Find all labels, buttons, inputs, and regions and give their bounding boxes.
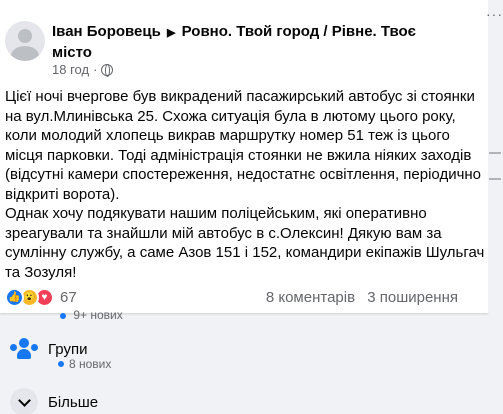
groups-label: Групи	[48, 340, 88, 358]
post-time[interactable]: 18 год	[52, 62, 89, 77]
more-options-icon[interactable]: ···	[486, 6, 503, 22]
post-stats: 8 коментарів 3 поширення	[266, 289, 458, 306]
post-text: Цієї ночі вчергове був викрадений пасажи…	[5, 87, 485, 282]
reactions-summary[interactable]: 👍 😮 ♥ 67	[5, 288, 77, 307]
sidebar-item-more[interactable]: Більше	[10, 380, 480, 414]
divider-line	[489, 152, 501, 154]
post-card: Іван Боровець ▶ Ровно. Твой город / Рівн…	[0, 0, 488, 313]
nav-top-sub: 9+ нових	[60, 308, 123, 322]
post-body: Цієї ночі вчергове був викрадений пасажи…	[5, 88, 485, 281]
comments-count[interactable]: 8 коментарів	[266, 289, 355, 306]
like-icon: 👍	[5, 288, 24, 307]
more-label: Більше	[48, 393, 99, 411]
shares-count[interactable]: 3 поширення	[367, 289, 458, 306]
post-meta: 18 год ·	[52, 62, 114, 77]
nav-top-sub-label: 9+ нових	[73, 308, 123, 322]
right-scroll-area: ···	[486, 0, 503, 313]
new-dot-icon	[58, 361, 64, 367]
chevron-down-icon	[10, 388, 38, 414]
groups-icon	[10, 335, 38, 363]
arrow-right-icon: ▶	[167, 27, 176, 39]
author-avatar[interactable]	[5, 21, 45, 61]
globe-icon	[101, 63, 114, 77]
reaction-count: 67	[60, 289, 77, 306]
sidebar-item-groups[interactable]: Групи 8 нових	[10, 327, 480, 371]
author-name[interactable]: Іван Боровець	[52, 23, 161, 40]
groups-sub: 8 нових	[58, 357, 111, 371]
divider-line	[489, 178, 501, 180]
new-dot-icon	[60, 313, 66, 319]
post-header: Іван Боровець ▶ Ровно. Твой город / Рівн…	[52, 22, 432, 62]
groups-sub-label: 8 нових	[69, 357, 112, 371]
